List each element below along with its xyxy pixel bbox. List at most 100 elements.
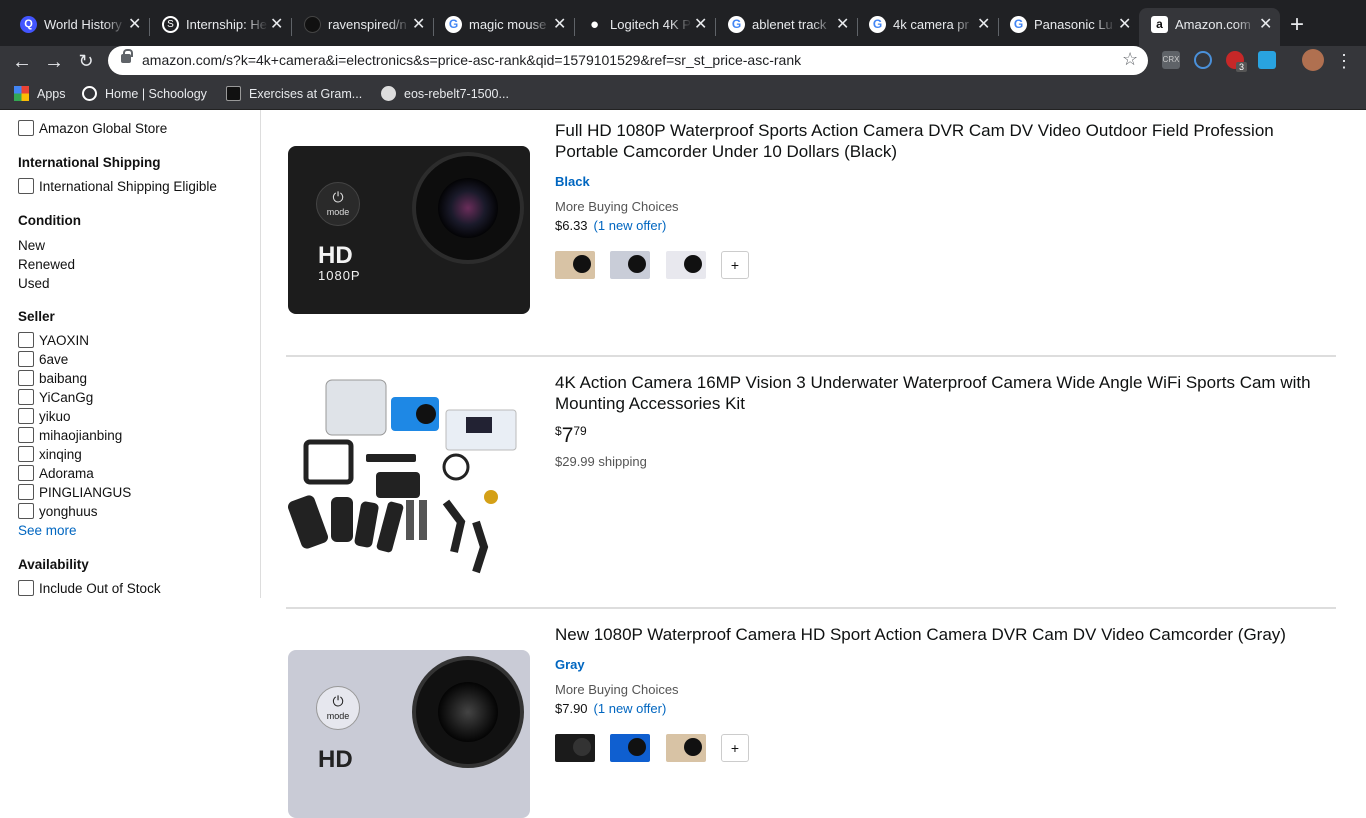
checkbox[interactable] <box>18 446 34 462</box>
close-icon[interactable]: ✕ <box>270 14 283 34</box>
checkbox[interactable] <box>18 580 34 596</box>
seller-option[interactable]: YiCanGg <box>18 389 93 405</box>
url-text[interactable]: amazon.com/s?k=4k+camera&i=electronics&s… <box>142 52 801 68</box>
seller-option[interactable]: Adorama <box>18 465 94 481</box>
filter-intl-shipping[interactable]: International Shipping Eligible <box>18 178 217 194</box>
product-variant-link[interactable]: Black <box>555 174 590 189</box>
reload-icon[interactable]: ↻ <box>74 51 98 72</box>
bookmark-eos[interactable]: eos-rebelt7-1500... <box>381 86 509 101</box>
close-icon[interactable]: ✕ <box>836 14 849 34</box>
filter-heading-availability: Availability <box>18 557 89 572</box>
filter-label: yonghuus <box>39 504 98 519</box>
seller-option[interactable]: xinqing <box>18 446 82 462</box>
tab-logitech[interactable]: ● Logitech 4K P ✕ <box>574 8 716 46</box>
bookmark-schoology[interactable]: Home | Schoology <box>82 86 207 101</box>
color-swatch[interactable] <box>555 734 595 762</box>
close-icon[interactable]: ✕ <box>1259 14 1272 34</box>
tab-internship[interactable]: S Internship: He ✕ <box>150 8 292 46</box>
more-colors-button[interactable]: + <box>721 734 749 762</box>
filter-label: Adorama <box>39 466 94 481</box>
avatar[interactable] <box>1302 49 1324 71</box>
forward-arrow-icon[interactable]: → <box>42 51 66 74</box>
color-swatch[interactable] <box>666 734 706 762</box>
product-price: $779 <box>555 424 587 448</box>
filter-out-of-stock[interactable]: Include Out of Stock <box>18 580 161 596</box>
menu-kebab-icon[interactable]: ⋮ <box>1332 51 1356 72</box>
seller-option[interactable]: PINGLIANGUS <box>18 484 131 500</box>
checkbox[interactable] <box>18 332 34 348</box>
product-image[interactable]: ⏻ mode HD 1080P <box>286 120 531 340</box>
product-image[interactable] <box>286 372 531 602</box>
seller-option[interactable]: mihaojianbing <box>18 427 122 443</box>
camera-lens <box>412 656 524 768</box>
seller-option[interactable]: YAOXIN <box>18 332 89 348</box>
color-swatch[interactable] <box>610 251 650 279</box>
bookmark-apps[interactable]: Apps <box>14 86 66 101</box>
filter-heading-condition: Condition <box>18 213 81 228</box>
close-icon[interactable]: ✕ <box>412 14 425 34</box>
checkbox[interactable] <box>18 484 34 500</box>
google-icon: G <box>445 16 462 33</box>
more-colors-button[interactable]: + <box>721 251 749 279</box>
see-more-link[interactable]: See more <box>18 523 77 538</box>
offer-link[interactable]: (1 new offer) <box>594 701 667 716</box>
mode-button: ⏻ mode <box>316 182 360 226</box>
crx-extension-icon[interactable]: CRX <box>1162 51 1180 69</box>
address-bar[interactable]: amazon.com/s?k=4k+camera&i=electronics&s… <box>108 46 1148 75</box>
close-icon[interactable]: ✕ <box>977 14 990 34</box>
bookmark-label: Exercises at Gram... <box>249 87 363 101</box>
tab-github[interactable]: ravenspired/n ✕ <box>292 8 434 46</box>
checkbox[interactable] <box>18 120 34 136</box>
checkbox[interactable] <box>18 370 34 386</box>
checkbox[interactable] <box>18 178 34 194</box>
tab-4k-camera[interactable]: G 4k camera pr ✕ <box>857 8 999 46</box>
condition-new[interactable]: New <box>18 238 45 253</box>
tab-magic-mouse[interactable]: G magic mouse ✕ <box>433 8 575 46</box>
product-title-link[interactable]: New 1080P Waterproof Camera HD Sport Act… <box>555 624 1335 645</box>
checkbox[interactable] <box>18 389 34 405</box>
seller-option[interactable]: 6ave <box>18 351 68 367</box>
checkbox[interactable] <box>18 351 34 367</box>
cloud-extension-icon[interactable] <box>1258 51 1276 69</box>
tab-ablenet[interactable]: G ablenet track ✕ <box>716 8 858 46</box>
grammar-bytes-icon <box>226 86 241 101</box>
condition-used[interactable]: Used <box>18 276 50 291</box>
seller-option[interactable]: yikuo <box>18 408 71 424</box>
filter-label: 6ave <box>39 352 69 367</box>
close-icon[interactable]: ✕ <box>553 14 566 34</box>
close-icon[interactable]: ✕ <box>1118 14 1131 34</box>
filter-label: baibang <box>39 371 88 386</box>
bookmark-star-icon[interactable]: ☆ <box>1122 49 1138 70</box>
close-icon[interactable]: ✕ <box>128 14 141 34</box>
bookmark-grammar[interactable]: Exercises at Gram... <box>226 86 362 101</box>
close-icon[interactable]: ✕ <box>694 14 707 34</box>
tab-amazon[interactable]: a Amazon.com ✕ <box>1139 8 1280 46</box>
checkbox[interactable] <box>18 503 34 519</box>
back-arrow-icon[interactable]: ← <box>10 51 34 74</box>
checkbox[interactable] <box>18 465 34 481</box>
new-tab-button[interactable]: + <box>1290 11 1304 39</box>
product-image[interactable]: ⏻ mode HD <box>286 624 531 818</box>
schoology-icon: S <box>162 16 179 33</box>
tab-title: ravenspired/n <box>328 17 410 32</box>
bookmark-label: eos-rebelt7-1500... <box>404 87 509 101</box>
mode-label: mode <box>326 207 350 217</box>
product-title-link[interactable]: 4K Action Camera 16MP Vision 3 Underwate… <box>555 372 1335 414</box>
tab-title: Amazon.com <box>1175 17 1257 32</box>
product-title-link[interactable]: Full HD 1080P Waterproof Sports Action C… <box>555 120 1335 162</box>
owl-extension-icon[interactable] <box>1194 51 1212 69</box>
seller-option[interactable]: baibang <box>18 370 87 386</box>
color-swatch[interactable] <box>666 251 706 279</box>
condition-renewed[interactable]: Renewed <box>18 257 75 272</box>
checkbox[interactable] <box>18 427 34 443</box>
tab-panasonic[interactable]: G Panasonic Lu ✕ <box>998 8 1139 46</box>
offer-link[interactable]: (1 new offer) <box>594 218 667 233</box>
product-variant-link[interactable]: Gray <box>555 657 585 672</box>
checkbox[interactable] <box>18 408 34 424</box>
filter-global-store[interactable]: Amazon Global Store <box>18 120 167 136</box>
color-swatch[interactable] <box>555 251 595 279</box>
seller-option[interactable]: yonghuus <box>18 503 98 519</box>
hd-label: HD <box>318 242 353 269</box>
tab-world-history[interactable]: Q World History ✕ <box>8 8 150 46</box>
color-swatch[interactable] <box>610 734 650 762</box>
